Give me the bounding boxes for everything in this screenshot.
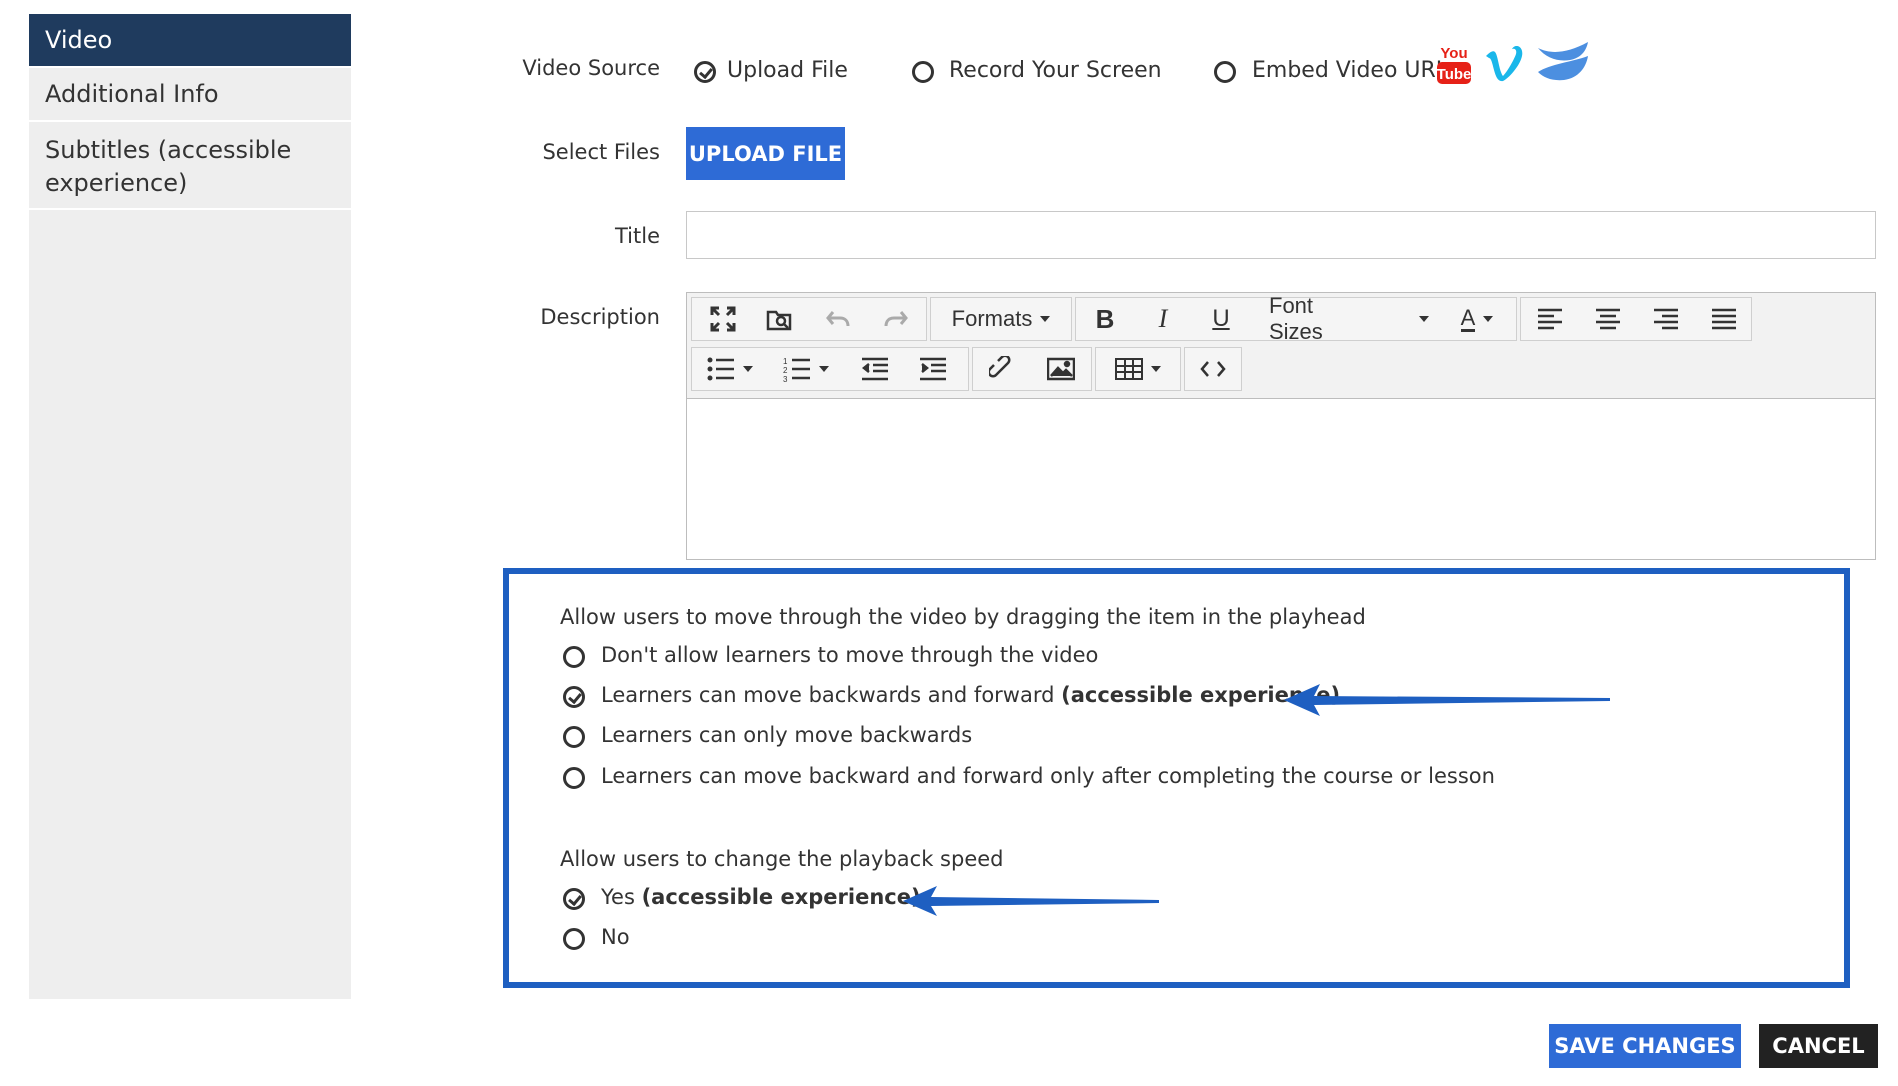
description-content-area[interactable] (687, 399, 1875, 559)
sidebar-item-video[interactable]: Video (29, 14, 351, 68)
scrub-option-label-3: Learners can move backward and forward o… (601, 764, 1495, 788)
scrub-option-radio-1[interactable] (563, 686, 585, 708)
record-screen-radio[interactable] (912, 61, 934, 83)
video-source-label: Video Source (522, 56, 660, 80)
undo-icon[interactable] (809, 297, 867, 341)
underline-button[interactable]: U (1193, 297, 1249, 341)
source-code-icon[interactable] (1186, 347, 1240, 391)
align-justify-icon[interactable] (1696, 297, 1752, 341)
wistia-icon (1536, 40, 1590, 82)
outdent-icon[interactable] (847, 347, 903, 391)
upload-file-button[interactable]: UPLOAD FILE (686, 127, 845, 180)
select-files-label: Select Files (542, 140, 660, 164)
annotation-arrow-icon (901, 884, 1161, 918)
sidebar-item-subtitles[interactable]: Subtitles (accessible experience) (29, 122, 351, 210)
sidebar-item-label: Additional Info (45, 80, 219, 108)
speed-option-label-1: No (601, 925, 630, 949)
speed-option-radio-0[interactable] (563, 888, 585, 910)
sidebar: Video Additional Info Subtitles (accessi… (29, 14, 351, 999)
font-color-button[interactable]: A (1439, 297, 1515, 341)
scrub-option-text: Learners can move backward and forward o… (601, 764, 1495, 788)
image-icon[interactable] (1032, 347, 1090, 391)
scrub-option-radio-0[interactable] (563, 646, 585, 668)
accessible-experience-tag: (accessible experience) (641, 885, 921, 909)
chevron-down-icon (743, 366, 753, 372)
align-left-icon[interactable] (1522, 297, 1578, 341)
formats-dropdown[interactable]: Formats (932, 297, 1070, 341)
scrub-option-label-2: Learners can only move backwards (601, 723, 972, 747)
chevron-down-icon (1151, 366, 1161, 372)
formats-label: Formats (951, 306, 1033, 331)
speed-option-label-0: Yes (accessible experience) (601, 885, 921, 909)
editor-toolbar: Formats B I U Font Sizes A 123 (687, 293, 1875, 399)
speed-option-text: Yes (601, 885, 642, 909)
indent-icon[interactable] (905, 347, 961, 391)
vimeo-icon (1484, 45, 1524, 82)
description-label: Description (540, 305, 660, 329)
bullet-list-icon[interactable] (695, 347, 765, 391)
save-changes-button[interactable]: SAVE CHANGES (1549, 1024, 1741, 1068)
svg-text:Tube: Tube (1437, 66, 1472, 83)
description-editor: Formats B I U Font Sizes A 123 (686, 292, 1876, 560)
sidebar-item-label: Subtitles (accessible (45, 136, 292, 164)
link-icon[interactable] (974, 347, 1030, 391)
align-center-icon[interactable] (1580, 297, 1636, 341)
chevron-down-icon (1419, 316, 1429, 322)
scrub-option-text: Don't allow learners to move through the… (601, 643, 1099, 667)
embed-video-url-radio[interactable] (1214, 61, 1236, 83)
italic-button[interactable]: I (1135, 297, 1191, 341)
font-color-label: A (1460, 304, 1476, 332)
chevron-down-icon (819, 366, 829, 372)
cancel-button[interactable]: CANCEL (1759, 1024, 1878, 1068)
numbered-list-icon[interactable]: 123 (769, 347, 843, 391)
scrub-option-radio-2[interactable] (563, 726, 585, 748)
bold-button[interactable]: B (1077, 297, 1133, 341)
sidebar-item-label: Video (45, 26, 113, 54)
svg-text:You: You (1440, 45, 1467, 62)
align-right-icon[interactable] (1638, 297, 1694, 341)
chevron-down-icon (1040, 316, 1051, 322)
scrub-question: Allow users to move through the video by… (560, 605, 1366, 629)
chevron-down-icon (1483, 316, 1494, 322)
scrub-option-label-0: Don't allow learners to move through the… (601, 643, 1098, 667)
scrub-option-radio-3[interactable] (563, 767, 585, 789)
font-sizes-dropdown[interactable]: Font Sizes (1249, 293, 1429, 344)
scrub-option-text: Learners can move backwards and forward (601, 683, 1062, 707)
embed-video-url-option-label: Embed Video URL (1252, 58, 1449, 83)
title-input[interactable] (686, 211, 1876, 259)
speed-option-text: No (601, 925, 630, 949)
redo-icon[interactable] (867, 297, 925, 341)
title-label: Title (614, 224, 660, 248)
upload-file-option-label: Upload File (727, 58, 848, 83)
upload-file-radio[interactable] (694, 61, 716, 83)
sidebar-item-additional-info[interactable]: Additional Info (29, 68, 351, 122)
speed-question: Allow users to change the playback speed (560, 847, 1004, 871)
annotation-arrow-icon (1282, 682, 1612, 718)
table-icon[interactable] (1097, 347, 1179, 391)
scrub-option-label-1: Learners can move backwards and forward … (601, 683, 1340, 707)
record-screen-option-label: Record Your Screen (949, 58, 1162, 83)
youtube-icon: You Tube (1436, 42, 1472, 86)
fullscreen-icon[interactable] (695, 297, 751, 341)
font-sizes-label: Font Sizes (1269, 293, 1323, 344)
svg-text:2: 2 (783, 366, 788, 375)
svg-text:3: 3 (783, 375, 788, 382)
scrub-option-text: Learners can only move backwards (601, 723, 973, 747)
preview-icon[interactable] (751, 297, 809, 341)
speed-option-radio-1[interactable] (563, 928, 585, 950)
svg-text:1: 1 (783, 357, 788, 366)
sidebar-item-label-line2: experience) (45, 169, 188, 197)
